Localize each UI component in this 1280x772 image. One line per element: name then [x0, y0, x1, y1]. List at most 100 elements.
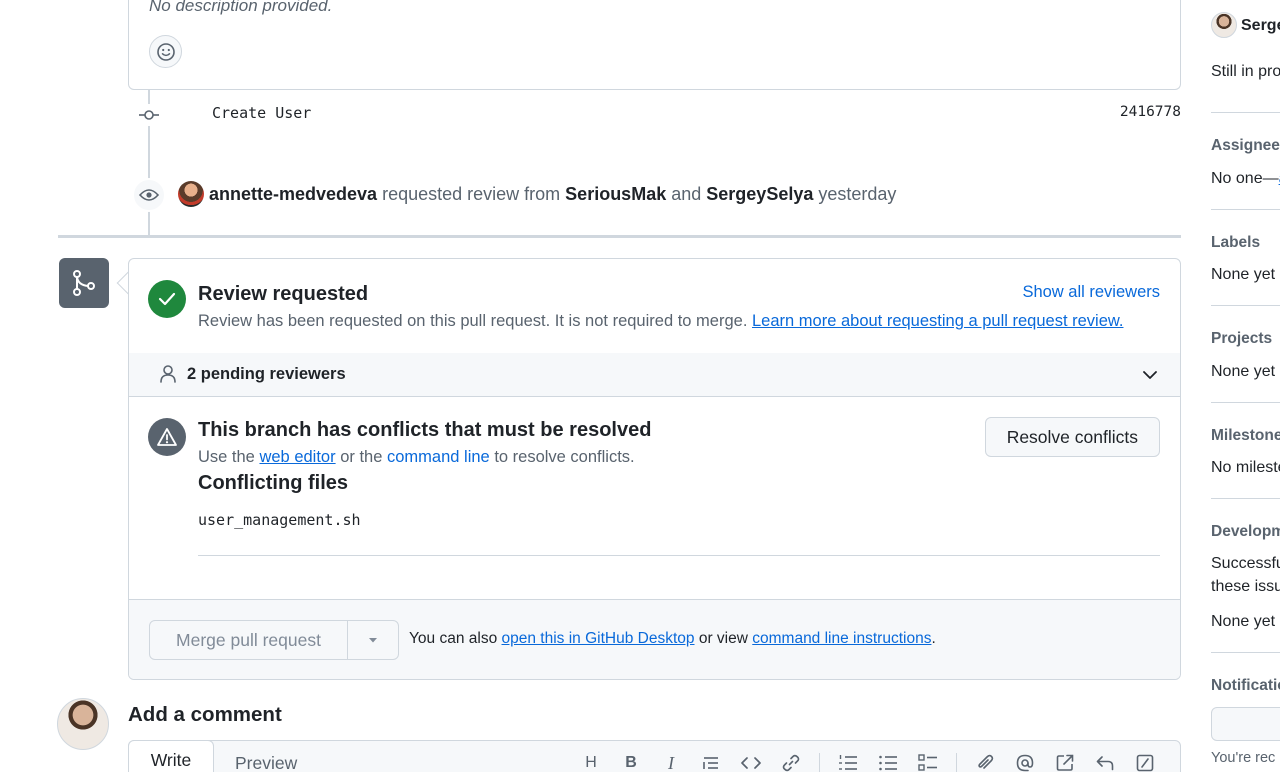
markdown-toolbar: H B I [579, 753, 1173, 772]
command-line-link[interactable]: command line [387, 448, 490, 466]
sidebar-assignees-value: No one—a [1211, 170, 1280, 188]
subscribe-button[interactable] [1211, 707, 1280, 741]
link-button[interactable] [779, 753, 803, 772]
git-commit-icon [138, 104, 160, 126]
review-requested-section: Review requested Review has been request… [129, 259, 1180, 353]
sidebar-milestone-heading[interactable]: Milestone [1211, 427, 1280, 445]
open-in-desktop-link[interactable]: open this in GitHub Desktop [502, 630, 695, 647]
saved-reply-button[interactable] [1093, 753, 1117, 772]
sidebar-development-text-2: these issu [1211, 578, 1280, 595]
heading-button[interactable]: H [579, 753, 603, 772]
hint-prefix: You can also [409, 630, 498, 647]
slash-commands-button[interactable] [1133, 753, 1157, 772]
learn-more-link[interactable]: Learn more about requesting a pull reque… [752, 312, 1123, 330]
tab-write[interactable]: Write [128, 740, 214, 772]
bold-icon: B [625, 754, 637, 771]
divider [1211, 209, 1280, 210]
attach-button[interactable] [973, 753, 997, 772]
smiley-icon [156, 42, 175, 61]
tab-preview[interactable]: Preview [235, 753, 297, 772]
avatar[interactable] [1211, 12, 1237, 38]
mention-icon [1016, 754, 1034, 772]
event-time[interactable]: yesterday [818, 184, 896, 205]
actor-link[interactable]: annette-medvedeva [209, 184, 377, 205]
merge-options-button[interactable] [348, 621, 398, 659]
avatar[interactable] [178, 181, 204, 207]
conflict-or: or the [340, 448, 383, 466]
sidebar-notifications-heading: Notificatio [1211, 677, 1280, 694]
assignees-prefix: No one— [1211, 170, 1279, 187]
git-merge-icon [59, 258, 109, 308]
conflicts-section: This branch has conflicts that must be r… [129, 397, 1180, 599]
sidebar-milestone-value: No mileste [1211, 459, 1280, 476]
divider [1211, 305, 1280, 306]
conflicts-title: This branch has conflicts that must be r… [198, 419, 652, 441]
ordered-list-icon [839, 755, 857, 770]
commit-message-link[interactable]: Create User [212, 104, 311, 122]
quote-button[interactable] [699, 753, 723, 772]
comment-editor: Write Preview H B I [128, 740, 1181, 772]
review-subtitle-text: Review has been requested on this pull r… [198, 312, 748, 330]
timeline-divider [58, 235, 1181, 238]
unordered-list-button[interactable] [876, 753, 900, 772]
pending-reviewers-toggle[interactable]: 2 pending reviewers [129, 353, 1180, 397]
avatar[interactable] [57, 698, 109, 750]
conflict-suffix: to resolve conflicts. [494, 448, 635, 466]
sidebar-labels-heading[interactable]: Labels [1211, 234, 1260, 252]
divider [198, 555, 1160, 556]
pr-description-text: No description provided. [149, 0, 333, 15]
sidebar-projects-value: None yet [1211, 363, 1276, 380]
conflicting-file: user_management.sh [198, 511, 361, 529]
conflicting-files-title: Conflicting files [198, 472, 348, 494]
sidebar-labels-value: None yet [1211, 266, 1276, 283]
italic-button[interactable]: I [659, 753, 683, 772]
bold-button[interactable]: B [619, 753, 643, 772]
divider [1211, 498, 1280, 499]
event-action: requested review from [382, 183, 561, 204]
reviewer-link-1[interactable]: SeriousMak [565, 184, 666, 205]
sidebar-reviewer-name[interactable]: Serge [1241, 17, 1280, 35]
resolve-conflicts-button[interactable]: Resolve conflicts [984, 417, 1160, 457]
divider [1211, 652, 1280, 653]
add-comment-heading: Add a comment [128, 703, 282, 726]
add-reaction-button[interactable] [149, 35, 182, 68]
divider [1211, 112, 1280, 113]
pr-sidebar: Serge Still in pro Assignees No one—a La… [1211, 0, 1280, 772]
reviewer-link-2[interactable]: SergeySelya [706, 184, 813, 205]
paperclip-icon [978, 754, 994, 769]
review-requested-title: Review requested [198, 283, 369, 305]
web-editor-link[interactable]: web editor [259, 448, 335, 466]
sidebar-assignees-heading[interactable]: Assignees [1211, 137, 1280, 155]
cross-reference-button[interactable] [1053, 753, 1077, 772]
check-icon [148, 280, 186, 318]
reply-icon [1096, 756, 1114, 771]
mention-button[interactable] [1013, 753, 1037, 772]
sidebar-notifications-text: You're rec [1211, 750, 1276, 766]
show-all-reviewers-link[interactable]: Show all reviewers [1022, 283, 1160, 302]
merge-pull-request-button[interactable]: Merge pull request [150, 621, 348, 659]
divider [1211, 402, 1280, 403]
pr-description-box: No description provided. [128, 0, 1181, 90]
conflict-prefix: Use the [198, 448, 255, 466]
italic-icon: I [668, 752, 674, 772]
command-line-instructions-link[interactable]: command line instructions [752, 630, 931, 647]
commit-sha-link[interactable]: 2416778 [1120, 104, 1181, 120]
toolbar-separator [956, 753, 957, 772]
alert-icon [148, 418, 186, 456]
person-icon [160, 365, 176, 383]
triangle-down-icon [369, 638, 377, 643]
review-request-event: annette-medvedeva requested review from … [178, 181, 901, 207]
merge-box: Review requested Review has been request… [128, 258, 1181, 680]
task-list-button[interactable] [916, 753, 940, 772]
code-button[interactable] [739, 753, 763, 772]
quote-icon [703, 757, 718, 769]
ordered-list-button[interactable] [836, 753, 860, 772]
code-icon [741, 757, 761, 769]
sidebar-projects-heading[interactable]: Projects [1211, 330, 1272, 348]
sidebar-development-heading[interactable]: Developm [1211, 523, 1280, 541]
sidebar-status-text: Still in pro [1211, 63, 1280, 80]
cross-reference-icon [1056, 754, 1074, 771]
merge-section: Merge pull request You can also open thi… [129, 599, 1180, 679]
hint-end: . [931, 630, 936, 647]
sidebar-development-text-1: Successfu [1211, 555, 1280, 572]
